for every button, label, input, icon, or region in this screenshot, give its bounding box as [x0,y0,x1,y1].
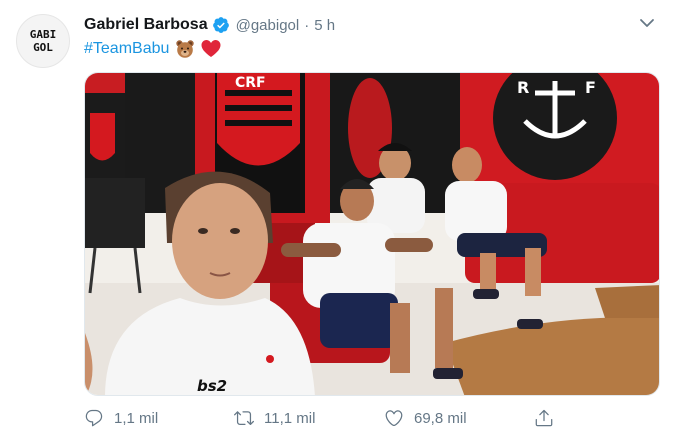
share-icon [535,409,553,427]
avatar-logo: GABI GOL [25,27,61,55]
like-icon [385,410,403,427]
like-button[interactable]: 69,8 mil [384,408,534,428]
shirt-sponsor-text: bs2 [197,377,227,395]
avatar[interactable]: GABI GOL [16,14,70,68]
reply-button[interactable]: 1,1 mil [84,408,234,428]
svg-text:F: F [585,78,596,97]
hashtag-link[interactable]: #TeamBabu [84,40,169,58]
svg-text:GOL: GOL [33,41,53,54]
separator-dot: · [304,16,310,34]
verified-badge-icon [212,16,230,34]
like-count: 69,8 mil [414,409,467,427]
photo-scene: CRF R F bs2 [85,73,659,395]
reply-icon [85,409,103,427]
tweet-timestamp[interactable]: 5 h [314,17,335,34]
share-button[interactable] [534,408,564,428]
retweet-button[interactable]: 11,1 mil [234,408,384,428]
bear-emoji-icon [175,39,195,59]
tweet-photo[interactable]: CRF R F bs2 [84,72,660,396]
retweet-icon [234,411,254,426]
author-name[interactable]: Gabriel Barbosa [84,16,208,34]
tweet-text: #TeamBabu [84,38,221,60]
reply-count: 1,1 mil [114,409,159,427]
svg-text:GABI: GABI [30,28,57,41]
author-handle[interactable]: @gabigol [236,17,300,34]
tweet-header: Gabriel Barbosa @gabigol · 5 h [84,14,335,36]
svg-text:CRF: CRF [235,75,266,91]
tweet-actions: 1,1 mil 11,1 mil 69,8 mil [84,404,584,432]
red-heart-emoji-icon [201,39,221,59]
chevron-down-icon[interactable] [638,14,656,32]
svg-text:R: R [517,78,529,97]
retweet-count: 11,1 mil [264,409,316,427]
tweet-card[interactable]: GABI GOL Gabriel Barbosa @gabigol · 5 h … [0,0,680,443]
